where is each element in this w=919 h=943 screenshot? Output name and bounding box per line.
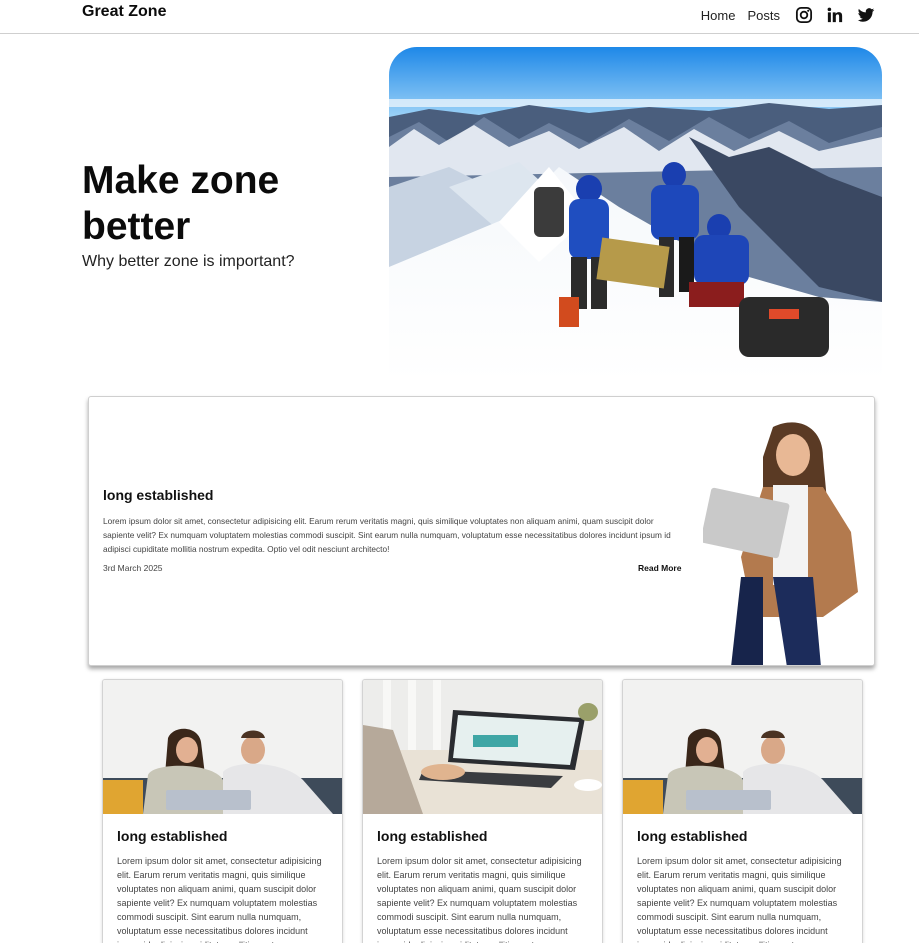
post-card-1-excerpt: Lorem ipsum dolor sit amet, consectetur … — [117, 856, 322, 943]
post-card-3-title[interactable]: long established — [637, 828, 747, 844]
featured-post-excerpt: Lorem ipsum dolor sit amet, consectetur … — [103, 516, 671, 554]
post-card-1-title[interactable]: long established — [117, 828, 227, 844]
post-card-3-excerpt: Lorem ipsum dolor sit amet, consectetur … — [637, 856, 842, 943]
hero-title: Make zone better — [82, 159, 280, 248]
twitter-icon[interactable] — [857, 6, 875, 24]
hero-subtitle: Why better zone is important? — [82, 253, 295, 270]
read-more-link[interactable]: Read More — [638, 563, 681, 573]
brand-logo-text[interactable]: Great Zone — [82, 3, 166, 21]
nav-links: Home Posts — [701, 6, 875, 24]
couple-with-laptop-image — [623, 680, 862, 814]
post-card-1[interactable]: long established Lorem ipsum dolor sit a… — [102, 679, 343, 943]
post-card-2-title[interactable]: long established — [377, 828, 487, 844]
featured-post-title[interactable]: long established — [103, 487, 213, 503]
top-navbar: Great Zone Home Posts — [0, 0, 919, 34]
post-card-3[interactable]: long established Lorem ipsum dolor sit a… — [622, 679, 863, 943]
woman-with-laptop-image — [703, 417, 873, 665]
instagram-icon[interactable] — [795, 6, 813, 24]
couple-with-laptop-image — [103, 680, 342, 814]
hero-mountain-image — [389, 47, 882, 382]
nav-link-posts[interactable]: Posts — [747, 8, 780, 23]
laptop-on-desk-image — [363, 680, 602, 814]
linkedin-icon[interactable] — [826, 6, 844, 24]
featured-post-date: 3rd March 2025 — [103, 563, 163, 573]
post-card-2[interactable]: long established Lorem ipsum dolor sit a… — [362, 679, 603, 943]
nav-link-home[interactable]: Home — [701, 8, 736, 23]
post-card-2-excerpt: Lorem ipsum dolor sit amet, consectetur … — [377, 856, 582, 943]
featured-post-card[interactable]: long established Lorem ipsum dolor sit a… — [88, 396, 875, 666]
